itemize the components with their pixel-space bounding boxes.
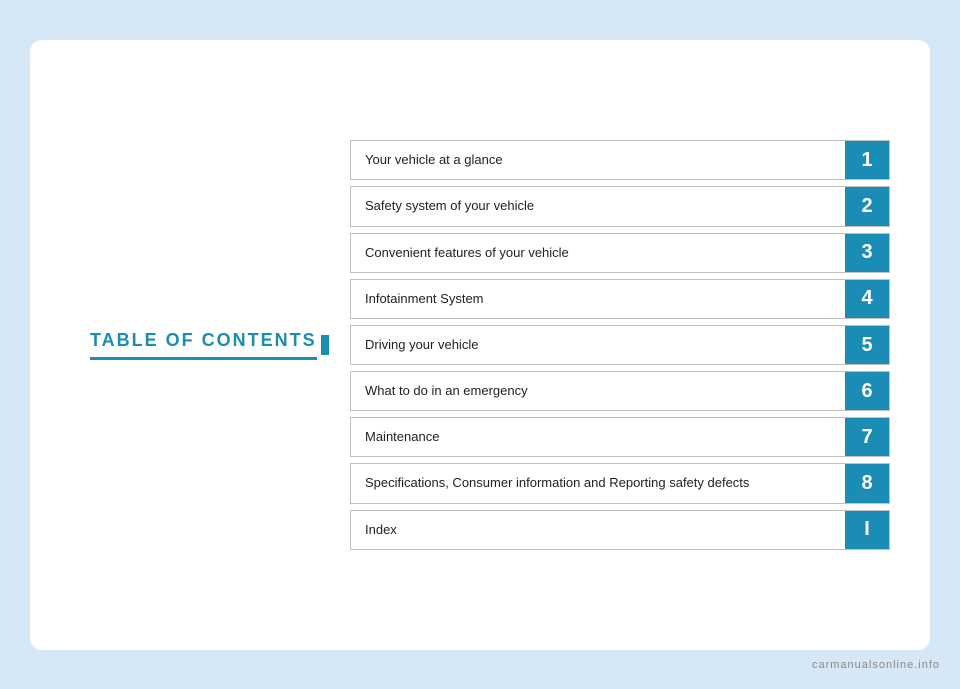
toc-label: Specifications, Consumer information and… — [351, 464, 845, 502]
toc-label: Your vehicle at a glance — [351, 141, 845, 179]
toc-row[interactable]: Your vehicle at a glance1 — [350, 140, 890, 180]
toc-row[interactable]: Safety system of your vehicle2 — [350, 186, 890, 226]
page-container: TABLE OF CONTENTS Your vehicle at a glan… — [30, 40, 930, 650]
toc-row[interactable]: Specifications, Consumer information and… — [350, 463, 890, 503]
toc-title: TABLE OF CONTENTS — [90, 330, 317, 360]
toc-row[interactable]: Convenient features of your vehicle3 — [350, 233, 890, 273]
toc-label: Safety system of your vehicle — [351, 187, 845, 225]
toc-number: I — [845, 511, 889, 549]
toc-row[interactable]: What to do in an emergency6 — [350, 371, 890, 411]
toc-number: 2 — [845, 187, 889, 225]
toc-label: Infotainment System — [351, 280, 845, 318]
toc-label: Index — [351, 511, 845, 549]
toc-label: Convenient features of your vehicle — [351, 234, 845, 272]
toc-row[interactable]: IndexI — [350, 510, 890, 550]
toc-number: 6 — [845, 372, 889, 410]
toc-label: What to do in an emergency — [351, 372, 845, 410]
toc-number: 1 — [845, 141, 889, 179]
toc-number: 5 — [845, 326, 889, 364]
toc-list: Your vehicle at a glance1Safety system o… — [350, 140, 890, 550]
toc-row[interactable]: Infotainment System4 — [350, 279, 890, 319]
toc-number: 4 — [845, 280, 889, 318]
watermark: carmanualsonline.info — [812, 659, 940, 671]
toc-label: Maintenance — [351, 418, 845, 456]
toc-number: 7 — [845, 418, 889, 456]
toc-number: 3 — [845, 234, 889, 272]
left-section: TABLE OF CONTENTS — [70, 310, 350, 380]
toc-number: 8 — [845, 464, 889, 502]
toc-row[interactable]: Driving your vehicle5 — [350, 325, 890, 365]
toc-row[interactable]: Maintenance7 — [350, 417, 890, 457]
toc-label: Driving your vehicle — [351, 326, 845, 364]
title-accent — [321, 335, 329, 355]
